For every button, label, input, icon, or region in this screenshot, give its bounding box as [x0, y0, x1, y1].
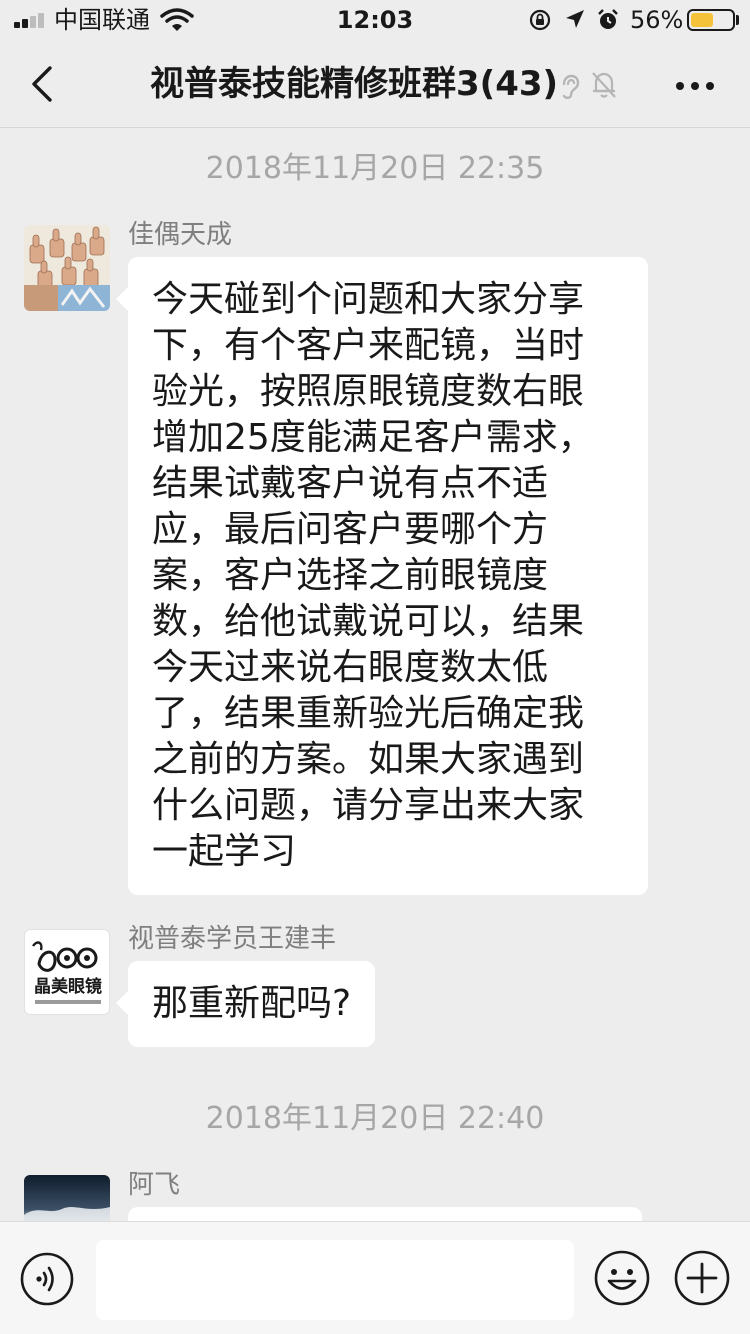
more-dots-icon — [676, 82, 684, 90]
optical-shop-logo-icon: 晶美眼镜 — [32, 941, 102, 1004]
more-dot — [691, 82, 699, 90]
battery-nub — [736, 15, 739, 25]
message-line: 今天过来说右眼度数太低 — [152, 647, 549, 688]
message-line: 什么问题，请分享出来大家 — [152, 785, 585, 826]
message-line: 应，最后问客户要哪个方 — [152, 509, 549, 550]
message-line: 验光，按照原眼镜度数右眼 — [152, 371, 585, 412]
message-line: 了，结果重新验光后确定我 — [152, 693, 585, 734]
avatar[interactable] — [24, 225, 110, 311]
thumbs-up-avatar-image — [24, 225, 110, 311]
message-line: 下，有个客户来配镜，当时 — [152, 325, 585, 366]
message-bubble[interactable]: 那重新配吗? — [115, 961, 376, 1047]
back-chevron-icon[interactable] — [22, 62, 66, 106]
message-timestamp: 2018年11月20日 22:40 — [205, 1101, 545, 1136]
avatar[interactable]: 晶美眼镜 — [24, 929, 110, 1015]
more-dot — [706, 82, 714, 90]
sender-name: 视普泰学员王建丰 — [128, 924, 337, 954]
message-line: 结果试戴客户说有点不适 — [152, 463, 549, 504]
message-line: 那重新配吗? — [152, 983, 352, 1024]
message-line: 增加25度能满足客户需求， — [152, 417, 594, 458]
message-line: 案，客户选择之前眼镜度 — [152, 555, 549, 596]
message-line: 今天碰到个问题和大家分享 — [152, 279, 585, 320]
sender-name: 阿飞 — [128, 1170, 181, 1200]
battery-percent: 56% — [630, 6, 684, 34]
avatar-logo-text: 晶美眼镜 — [34, 976, 102, 997]
battery-icon — [687, 9, 735, 31]
group-title: 视普泰技能精修班群3(43) — [150, 64, 559, 104]
ear-icon — [562, 74, 580, 99]
message-line: 一起学习 — [152, 831, 297, 872]
message-input[interactable] — [96, 1240, 574, 1320]
chat-header: 视普泰技能精修班群3(43) — [0, 40, 750, 128]
battery-level-fill — [691, 13, 713, 27]
emoji-icon[interactable] — [594, 1250, 650, 1306]
rotation-lock-icon — [529, 9, 551, 31]
message-timestamp: 2018年11月20日 22:35 — [205, 151, 545, 186]
message-bubble[interactable]: 今天碰到个问题和大家分享 下，有个客户来配镜，当时 验光，按照原眼镜度数右眼 增… — [116, 257, 648, 895]
sky-landscape-avatar-image — [24, 1207, 110, 1221]
sender-name: 佳偶天成 — [128, 220, 233, 250]
message-bubble[interactable] — [128, 1207, 642, 1221]
voice-icon[interactable] — [20, 1252, 74, 1306]
message-line: 之前的方案。如果大家遇到 — [152, 739, 585, 780]
mute-bell-icon — [592, 72, 616, 98]
status-bar: 中国联通 12:03 56% — [0, 0, 750, 40]
message-list[interactable]: 2018年11月20日 22:35 佳偶天成 今天碰到个问题和大家分享 下，有个… — [0, 129, 750, 1221]
avatar[interactable] — [24, 1175, 110, 1221]
alarm-icon — [598, 9, 618, 29]
input-toolbar — [0, 1221, 750, 1334]
message-line: 数，给他试戴说可以，结果 — [152, 601, 585, 642]
more-options-button[interactable] — [670, 70, 720, 100]
location-arrow-icon — [566, 10, 584, 28]
plus-icon[interactable] — [674, 1250, 730, 1306]
